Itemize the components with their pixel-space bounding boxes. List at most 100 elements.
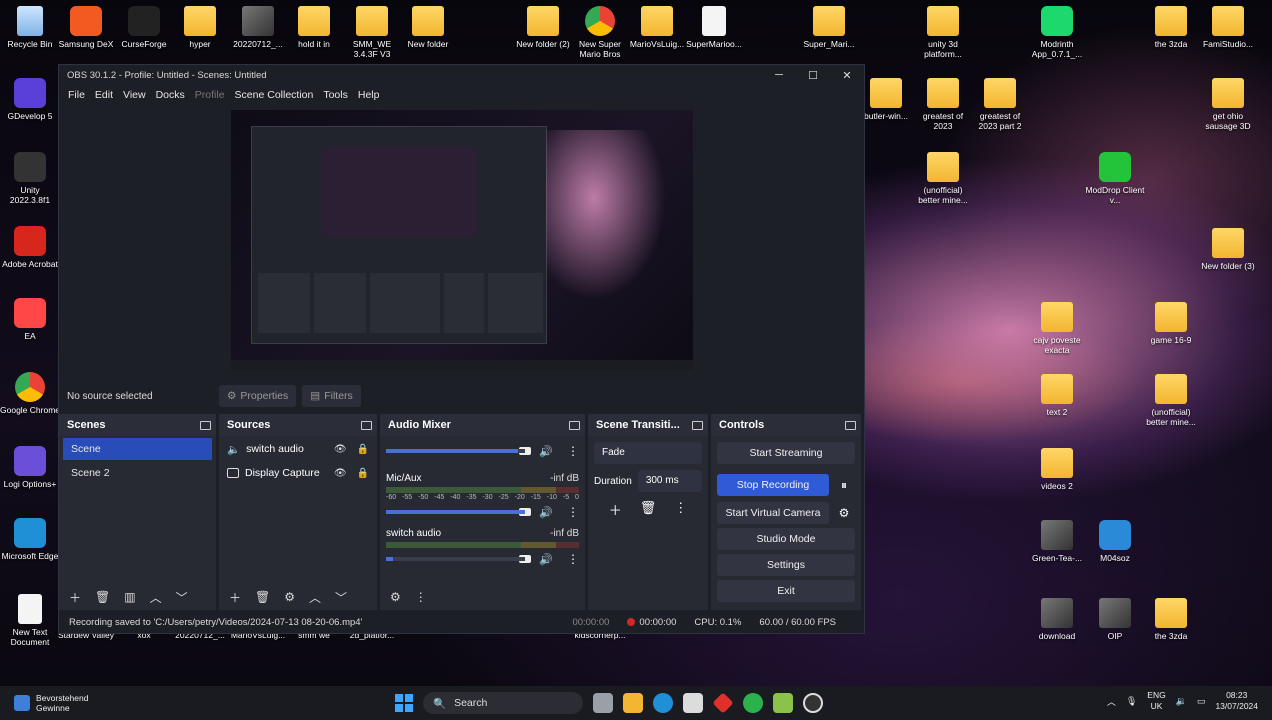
menu-help[interactable]: Help bbox=[353, 89, 385, 101]
minecraft-icon[interactable] bbox=[773, 693, 793, 713]
desktop-icon[interactable]: cajv poveste exacta bbox=[1027, 302, 1087, 355]
menu-edit[interactable]: Edit bbox=[90, 89, 118, 101]
desktop-icon[interactable]: the 3zda bbox=[1141, 598, 1201, 641]
move-down-icon[interactable]: ﹀ bbox=[335, 589, 347, 606]
desktop-icon[interactable]: CurseForge bbox=[114, 6, 174, 49]
undock-icon[interactable] bbox=[569, 420, 580, 430]
more-icon[interactable]: ⋮ bbox=[567, 505, 579, 519]
desktop-icon[interactable]: get ohio sausage 3D bbox=[1198, 78, 1258, 131]
scene-item[interactable]: Scene bbox=[63, 438, 212, 460]
desktop-icon[interactable]: M04soz bbox=[1085, 520, 1145, 563]
desktop-icon[interactable]: Green-Tea-... bbox=[1027, 520, 1087, 563]
exit-button[interactable]: Exit bbox=[717, 580, 855, 602]
desktop-icon[interactable]: Unity 2022.3.8f1 bbox=[0, 152, 60, 205]
desktop-icon[interactable]: greatest of 2023 bbox=[913, 78, 973, 131]
desktop-icon[interactable]: New folder bbox=[398, 6, 458, 49]
source-item[interactable]: 🔈 switch audio 👁 🔒 bbox=[219, 438, 377, 460]
desktop-icon[interactable]: Modrinth App_0.7.1_... bbox=[1027, 6, 1087, 59]
desktop-icon[interactable]: download bbox=[1027, 598, 1087, 641]
move-up-icon[interactable]: ︿ bbox=[150, 589, 162, 606]
desktop-icon[interactable]: Adobe Acrobat bbox=[0, 226, 60, 269]
menu-tools[interactable]: Tools bbox=[318, 89, 353, 101]
desktop-icon[interactable]: unity 3d platform... bbox=[913, 6, 973, 59]
xbox-icon[interactable] bbox=[743, 693, 763, 713]
task-view-icon[interactable] bbox=[593, 693, 613, 713]
desktop-icon[interactable]: New folder (3) bbox=[1198, 228, 1258, 271]
preview-canvas[interactable] bbox=[231, 110, 693, 370]
close-button[interactable]: ✕ bbox=[830, 69, 864, 82]
more-icon[interactable]: ⋮ bbox=[567, 444, 579, 458]
stop-recording-button[interactable]: Stop Recording bbox=[717, 474, 829, 496]
trash-icon[interactable]: 🗑 bbox=[95, 590, 110, 604]
start-streaming-button[interactable]: Start Streaming bbox=[717, 442, 855, 464]
transition-select[interactable]: Fade bbox=[594, 442, 702, 464]
obs-taskbar-icon[interactable] bbox=[803, 693, 823, 713]
undock-icon[interactable] bbox=[200, 420, 211, 430]
taskbar-search[interactable]: 🔍 Search bbox=[423, 692, 583, 714]
file-explorer-icon[interactable] bbox=[623, 693, 643, 713]
add-icon[interactable]: ＋ bbox=[229, 589, 241, 606]
gear-icon[interactable]: ⚙ bbox=[284, 590, 295, 604]
desktop-icon[interactable]: text 2 bbox=[1027, 374, 1087, 417]
more-icon[interactable]: ⋮ bbox=[567, 552, 579, 566]
desktop-icon[interactable]: New Text Document bbox=[0, 594, 60, 647]
add-icon[interactable]: ＋ bbox=[609, 500, 622, 519]
maximize-button[interactable]: ☐ bbox=[796, 69, 830, 82]
desktop-icon[interactable]: Recycle Bin bbox=[0, 6, 60, 49]
start-button[interactable] bbox=[395, 694, 413, 712]
desktop-icon[interactable]: FamiStudio... bbox=[1198, 6, 1258, 49]
desktop-icon[interactable]: OIP bbox=[1085, 598, 1145, 641]
pause-icon[interactable]: ⏸ bbox=[833, 478, 855, 493]
store-icon[interactable] bbox=[683, 693, 703, 713]
undock-icon[interactable] bbox=[845, 420, 856, 430]
properties-button[interactable]: ⚙ Properties bbox=[219, 385, 297, 407]
desktop-icon[interactable]: hyper bbox=[170, 6, 230, 49]
desktop-icon[interactable]: New folder (2) bbox=[513, 6, 573, 49]
desktop-icon[interactable]: Samsung DeX bbox=[56, 6, 116, 49]
app-red-icon[interactable] bbox=[712, 692, 734, 714]
filters-button[interactable]: ▤ Filters bbox=[302, 385, 361, 407]
more-icon[interactable]: ⋮ bbox=[674, 500, 687, 519]
desktop-icon[interactable]: MarioVsLuig... bbox=[627, 6, 687, 49]
settings-button[interactable]: Settings bbox=[717, 554, 855, 576]
undock-icon[interactable] bbox=[692, 420, 703, 430]
widgets-button[interactable]: Bevorstehend Gewinne bbox=[0, 693, 320, 713]
volume-icon[interactable]: 🔉 bbox=[1176, 696, 1187, 707]
filter-icon[interactable]: ▥ bbox=[124, 590, 135, 604]
desktop-icon[interactable]: the 3zda bbox=[1141, 6, 1201, 49]
lock-icon[interactable]: 🔒 bbox=[357, 444, 369, 455]
scene-item[interactable]: Scene 2 bbox=[63, 462, 212, 484]
desktop-icon[interactable]: New Super Mario Bros bbox=[570, 6, 630, 59]
clock[interactable]: 08:23 13/07/2024 bbox=[1215, 690, 1258, 712]
start-virtual-camera-button[interactable]: Start Virtual Camera bbox=[717, 502, 829, 524]
chevron-up-icon[interactable]: ︿ bbox=[1107, 695, 1116, 708]
speaker-icon[interactable]: 🔊 bbox=[539, 553, 553, 566]
desktop-icon[interactable]: Google Chrome bbox=[0, 372, 60, 415]
minimize-button[interactable]: ─ bbox=[762, 69, 796, 82]
desktop-icon[interactable]: ModDrop Client v... bbox=[1085, 152, 1145, 205]
battery-icon[interactable]: ▭ bbox=[1197, 696, 1206, 707]
trash-icon[interactable]: 🗑 bbox=[255, 590, 270, 604]
desktop-icon[interactable]: butler-win... bbox=[856, 78, 916, 121]
speaker-icon[interactable]: 🔊 bbox=[539, 445, 553, 458]
eye-icon[interactable]: 👁 bbox=[334, 468, 347, 479]
language-indicator[interactable]: ENG UK bbox=[1147, 690, 1165, 712]
menu-file[interactable]: File bbox=[63, 89, 90, 101]
desktop-icon[interactable]: hold it in bbox=[284, 6, 344, 49]
desktop-icon[interactable]: (unofficial) better mine... bbox=[913, 152, 973, 205]
menu-scene-collection[interactable]: Scene Collection bbox=[230, 89, 319, 101]
menu-docks[interactable]: Docks bbox=[151, 89, 190, 101]
gear-icon[interactable]: ⚙ bbox=[833, 506, 855, 520]
menu-view[interactable]: View bbox=[118, 89, 151, 101]
volume-fader[interactable]: 🔊 ⋮ bbox=[386, 552, 579, 566]
move-up-icon[interactable]: ︿ bbox=[309, 589, 321, 606]
source-item[interactable]: Display Capture 👁 🔒 bbox=[219, 462, 377, 484]
microphone-icon[interactable]: 🎙 bbox=[1126, 696, 1137, 707]
edge-icon[interactable] bbox=[653, 693, 673, 713]
move-down-icon[interactable]: ﹀ bbox=[176, 589, 188, 606]
speaker-icon[interactable]: 🔊 bbox=[539, 506, 553, 519]
studio-mode-button[interactable]: Studio Mode bbox=[717, 528, 855, 550]
advanced-audio-icon[interactable]: ⚙ bbox=[390, 590, 401, 604]
volume-fader[interactable]: 🔊 ⋮ bbox=[386, 505, 579, 519]
desktop-icon[interactable]: game 16-9 bbox=[1141, 302, 1201, 345]
